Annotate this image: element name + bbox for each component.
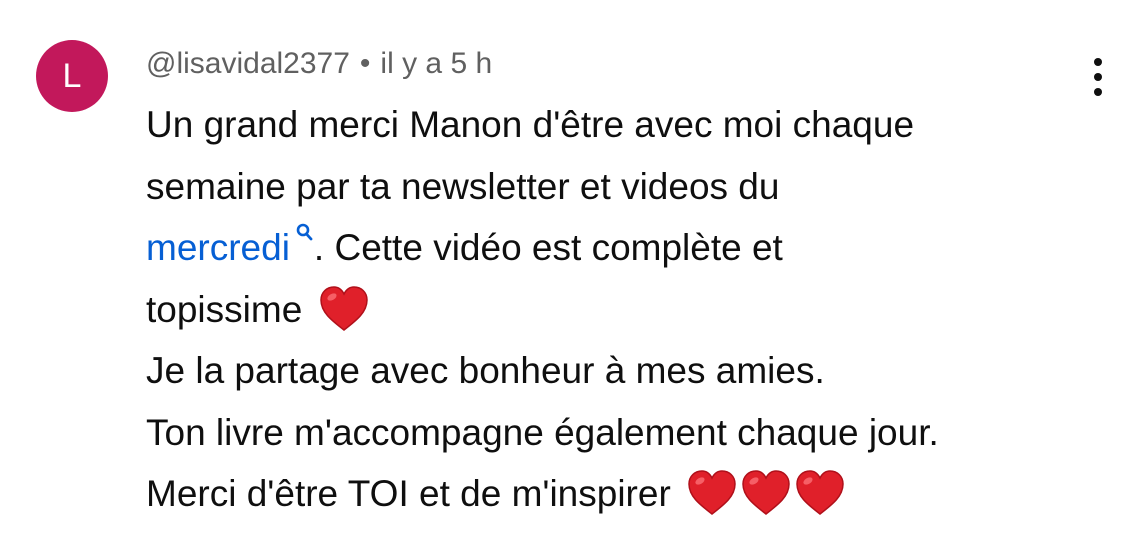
comment-line: Ton livre m'accompagne également chaque … <box>146 402 1106 464</box>
comment-line-text: topissime <box>146 288 303 330</box>
search-icon[interactable] <box>294 222 314 246</box>
comment-header: @lisavidal2377 • il y a 5 h <box>146 44 492 84</box>
avatar[interactable]: L <box>36 40 108 112</box>
red-heart-icon <box>688 470 736 515</box>
red-heart-icon <box>742 470 790 515</box>
comment-line: semaine par ta newsletter et videos du <box>146 156 1106 218</box>
author-name[interactable]: @lisavidal2377 <box>146 47 350 80</box>
comment-timestamp[interactable]: il y a 5 h <box>380 47 492 80</box>
red-heart-icon <box>319 285 368 331</box>
comment-line: Un grand merci Manon d'être avec moi cha… <box>146 94 1106 156</box>
comment-line-text: . Cette vidéo est complète et <box>313 227 783 268</box>
comment-line-text: Ton livre m'accompagne également chaque … <box>146 411 939 453</box>
comment-card: L @lisavidal2377 • il y a 5 h Un grand mer… <box>0 0 1124 536</box>
search-link[interactable]: mercredi <box>146 227 290 268</box>
comment-line-text: semaine par ta newsletter et videos du <box>146 165 780 207</box>
comment-line: Je la partage avec bonheur à mes amies. <box>146 340 1106 402</box>
comment-line: topissime <box>146 279 1106 341</box>
comment-line-text: Je la partage avec bonheur à mes amies. <box>146 350 825 391</box>
comment-line: Merci d'être TOI et de m'inspirer <box>146 463 1106 525</box>
comment-line-text: Merci d'être TOI et de m'inspirer <box>146 473 671 514</box>
red-heart-icon <box>796 470 844 515</box>
menu-dot <box>1094 73 1102 81</box>
comment-line: mercredi . Cette vidéo est complète et <box>146 217 1106 279</box>
menu-dot <box>1094 58 1102 66</box>
comment-line-text: Un grand merci Manon d'être avec moi cha… <box>146 104 915 145</box>
avatar-letter: L <box>62 57 82 95</box>
header-separator: • <box>359 47 371 80</box>
comment-text: Un grand merci Manon d'être avec moi cha… <box>146 94 1106 525</box>
